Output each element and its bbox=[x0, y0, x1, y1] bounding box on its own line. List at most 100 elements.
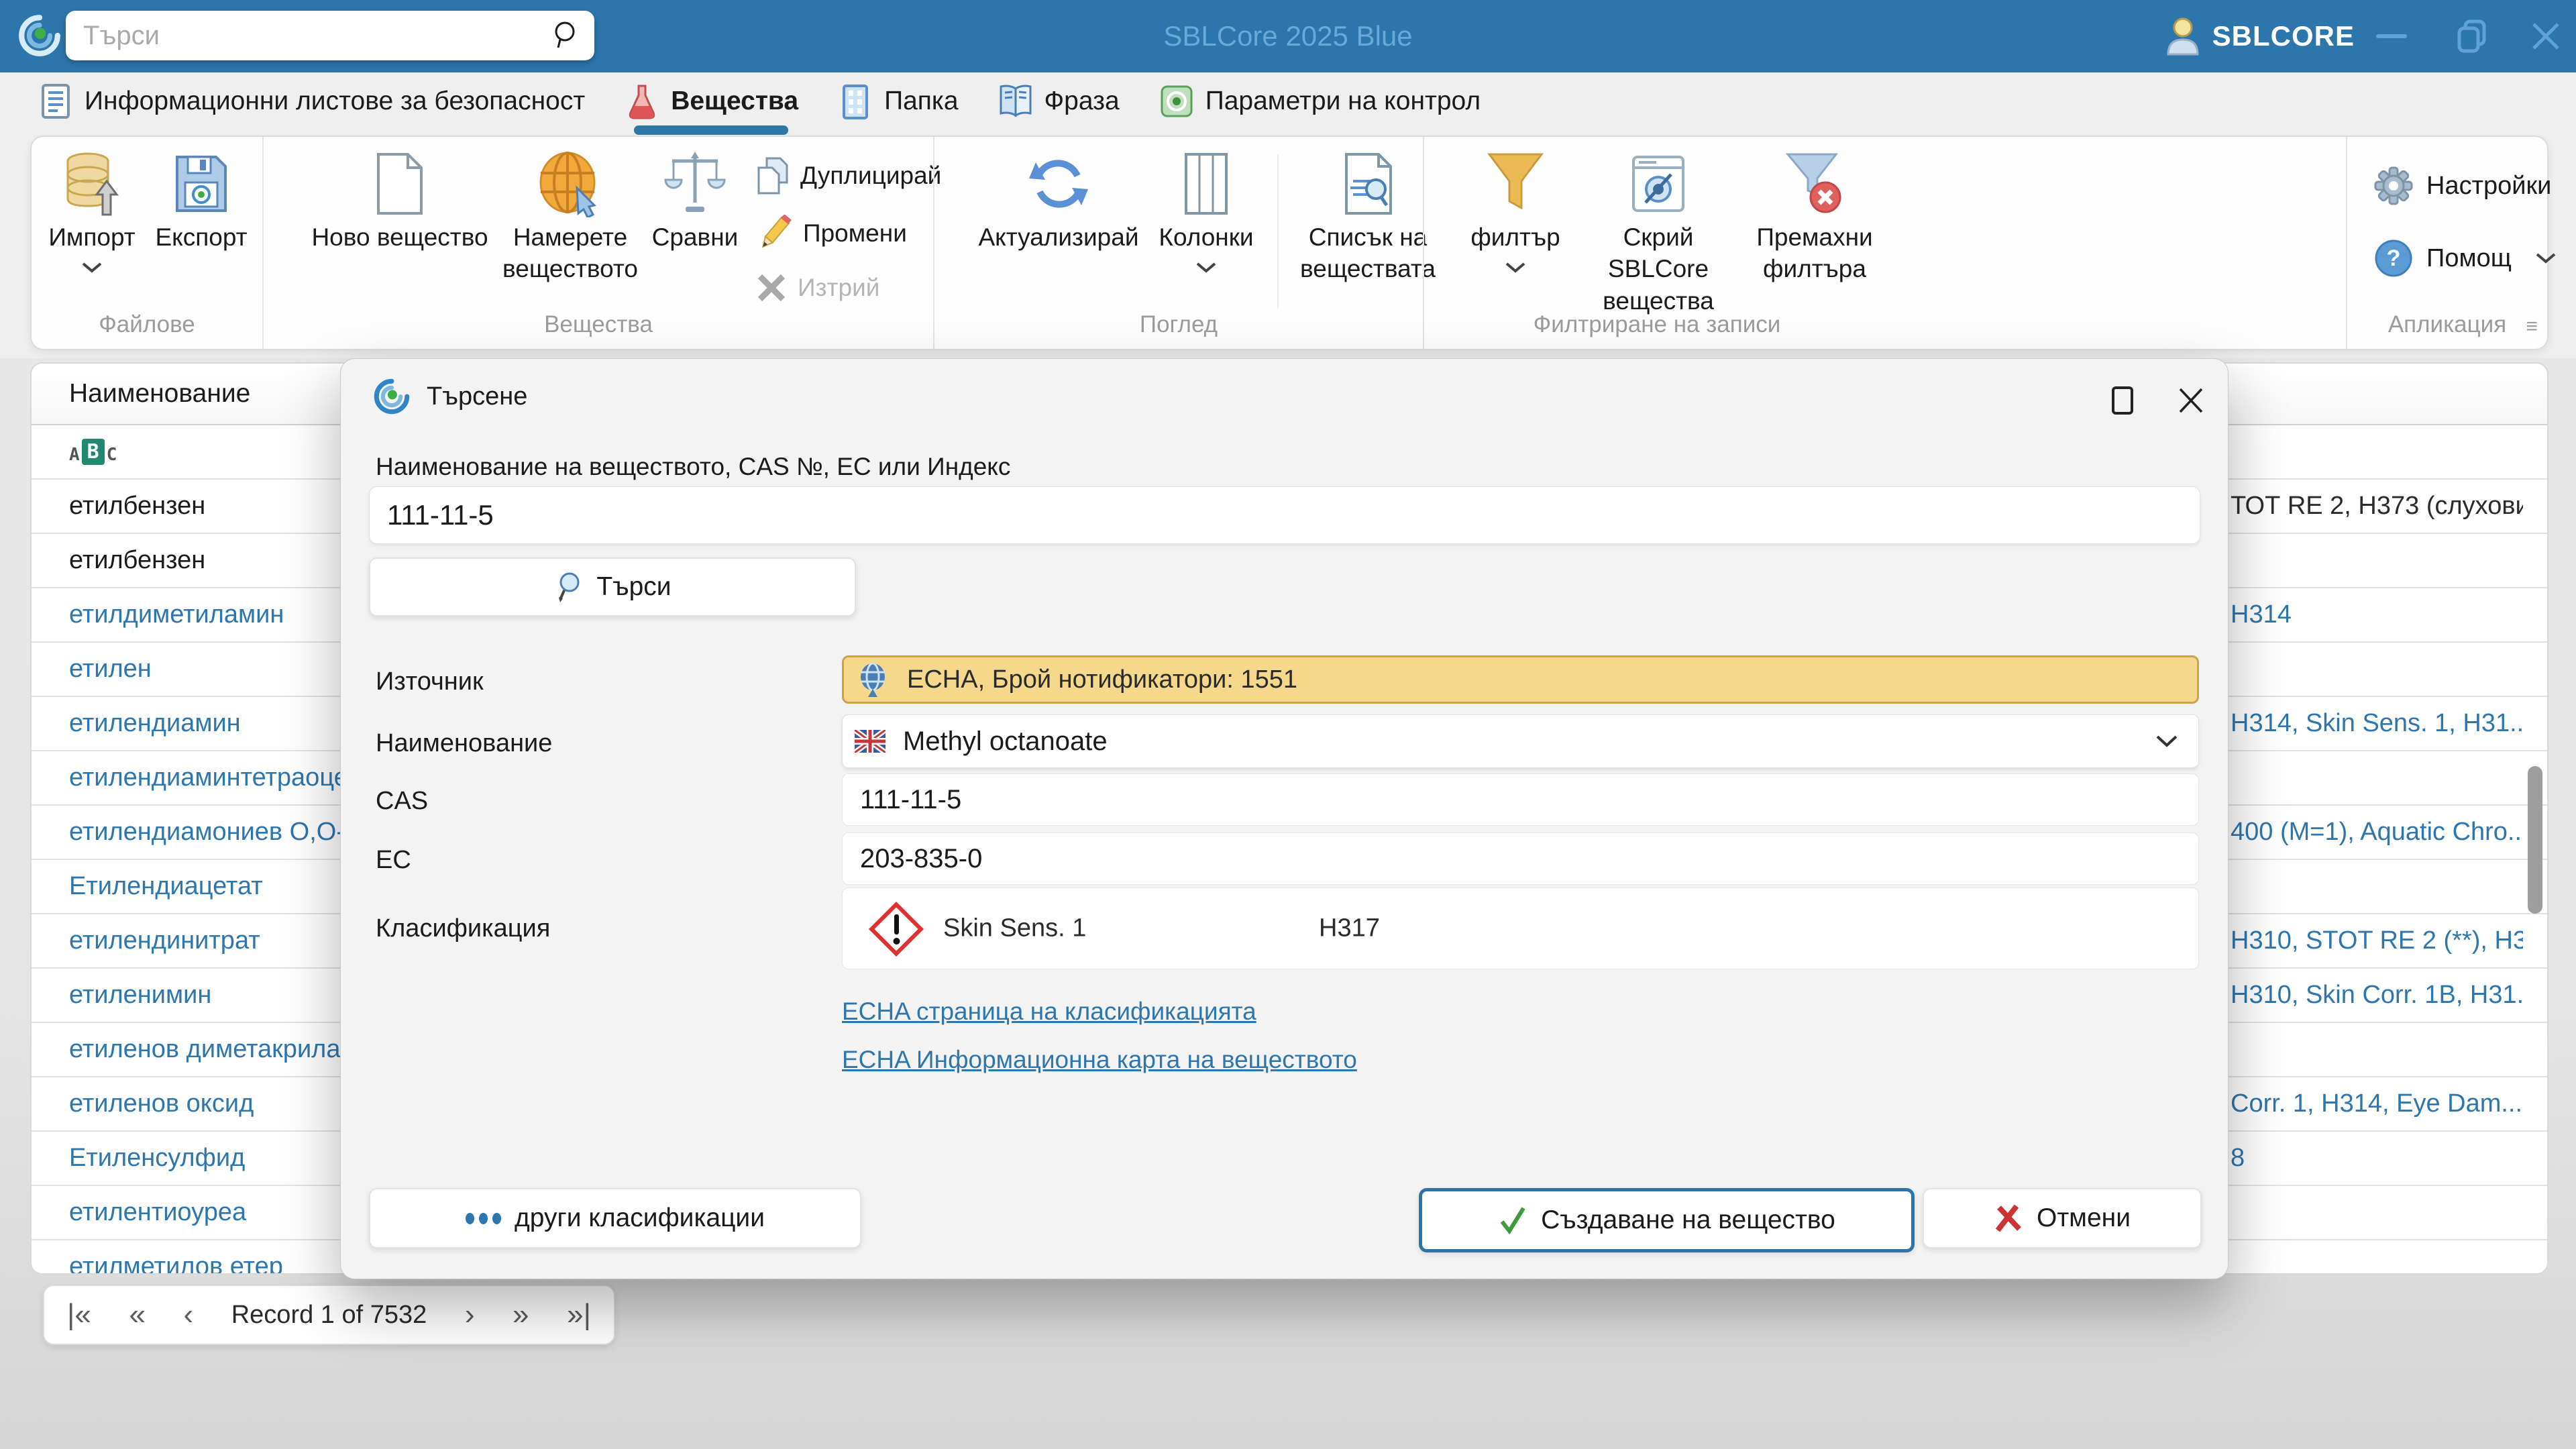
hide-sblcore-substances-button[interactable]: Скрий SBLCore вещества bbox=[1576, 146, 1741, 317]
dialog-close-button[interactable] bbox=[2167, 380, 2214, 421]
tab-substances[interactable]: Вещества bbox=[624, 72, 799, 135]
cas-value-field[interactable]: 111-11-5 bbox=[842, 773, 2199, 826]
dots-icon bbox=[466, 1212, 501, 1224]
compare-button[interactable]: Сравни bbox=[645, 146, 745, 253]
app-logo-icon bbox=[374, 378, 410, 415]
chevron-down-icon bbox=[2156, 735, 2178, 747]
close-button[interactable] bbox=[2516, 0, 2576, 72]
dialog-title: Търсене bbox=[427, 382, 528, 411]
settings-label: Настройки bbox=[2426, 171, 2552, 200]
group-label-substances: Вещества bbox=[544, 311, 653, 337]
filter-label: филтър bbox=[1470, 223, 1560, 251]
tab-phrase[interactable]: Фраза bbox=[998, 72, 1120, 130]
substance-name[interactable]: етилбензен bbox=[69, 546, 205, 575]
tab-control-parameters[interactable]: Параметри на контрол bbox=[1159, 72, 1481, 130]
pencil-icon bbox=[761, 215, 792, 248]
tab-label: Вещества bbox=[671, 87, 799, 115]
substance-name[interactable]: етилбензен bbox=[69, 492, 205, 521]
fast-prev-button[interactable]: « bbox=[129, 1298, 145, 1332]
fast-next-button[interactable]: » bbox=[513, 1298, 529, 1332]
tab-safety-data-sheets[interactable]: Информационни листове за безопасност bbox=[38, 72, 585, 130]
export-button[interactable]: Експорт bbox=[151, 146, 252, 253]
substance-name[interactable]: Етиленсулфид bbox=[69, 1144, 245, 1173]
substance-name[interactable]: етилендиамониев О,О-бис( bbox=[69, 818, 368, 847]
search-icon[interactable] bbox=[550, 19, 580, 52]
tab-label: Информационни листове за безопасност bbox=[85, 87, 586, 115]
help-icon: ? bbox=[2375, 239, 2412, 277]
search-field-label: Наименование на веществото, CAS №, ЕС ил… bbox=[376, 453, 1011, 480]
group-label-application: Апликация ≡ bbox=[2387, 311, 2538, 338]
settings-button[interactable]: Настройки bbox=[2374, 166, 2551, 205]
prev-record-button[interactable]: ‹ bbox=[184, 1298, 194, 1332]
group-options-icon[interactable]: ≡ bbox=[2526, 315, 2538, 338]
columns-button[interactable]: Колонки bbox=[1156, 146, 1256, 273]
substance-name[interactable]: етиленов диметакрилат bbox=[69, 1035, 352, 1064]
substance-name[interactable]: етилметилов етер bbox=[69, 1252, 283, 1273]
substance-name[interactable]: етилендиаминтетраоцетна bbox=[69, 763, 368, 792]
filter-button[interactable]: филтър bbox=[1462, 146, 1569, 273]
ribbon-group-view: Актуализирай Колонки Списък на веществат… bbox=[934, 137, 1436, 349]
global-search-input[interactable] bbox=[66, 20, 550, 51]
last-record-button[interactable]: »| bbox=[567, 1298, 591, 1332]
duplicate-label: Дуплицирай bbox=[800, 162, 942, 189]
classification-fragment: 400 (M=1), Aquatic Chro... bbox=[2231, 818, 2523, 846]
funnel-icon bbox=[1487, 153, 1544, 210]
find-substance-button[interactable]: Намерете веществото bbox=[480, 146, 661, 285]
other-classifications-button[interactable]: други класификации bbox=[369, 1188, 861, 1248]
substance-name[interactable]: етиленимин bbox=[69, 981, 211, 1010]
duplicate-button[interactable]: Дуплицирай bbox=[756, 157, 941, 195]
next-record-button[interactable]: › bbox=[465, 1298, 475, 1332]
duplicate-icon bbox=[757, 157, 788, 195]
echa-infocard-link[interactable]: ECHA Информационна карта на веществото bbox=[842, 1046, 1357, 1074]
vertical-scrollbar[interactable] bbox=[2528, 766, 2542, 914]
user-avatar-icon bbox=[2167, 17, 2199, 56]
source-value[interactable]: ECHA, Брой нотификатори: 1551 bbox=[842, 655, 2199, 704]
delete-button[interactable]: Изтрий bbox=[756, 272, 879, 303]
refresh-button[interactable]: Актуализирай bbox=[968, 146, 1149, 253]
substance-name[interactable]: етилендиамин bbox=[69, 709, 241, 738]
record-counter: Record 1 of 7532 bbox=[231, 1300, 427, 1329]
substance-name[interactable]: етилендинитрат bbox=[69, 926, 260, 955]
tab-folder[interactable]: Папка bbox=[837, 72, 959, 130]
tab-label: Параметри на контрол bbox=[1205, 87, 1481, 115]
classification-fragment: Corr. 1, H314, Eye Dam.... bbox=[2231, 1089, 2523, 1118]
restore-button[interactable] bbox=[2442, 0, 2502, 72]
restore-icon bbox=[2457, 19, 2486, 53]
substance-name[interactable]: етилен bbox=[69, 655, 152, 684]
edit-button[interactable]: Промени bbox=[756, 215, 907, 252]
source-text: ECHA, Брой нотификатори: 1551 bbox=[907, 665, 1297, 694]
remove-filter-button[interactable]: Премахни филтъра bbox=[1748, 146, 1882, 285]
substance-name[interactable]: етиленов оксид bbox=[69, 1089, 254, 1118]
new-substance-button[interactable]: Ново вещество bbox=[311, 146, 489, 253]
dialog-maximize-button[interactable] bbox=[2099, 380, 2146, 421]
name-dropdown[interactable]: Methyl octanoate bbox=[842, 714, 2199, 768]
classification-value: Skin Sens. 1 bbox=[943, 914, 1087, 943]
minimize-button[interactable] bbox=[2361, 0, 2422, 72]
cas-label: CAS bbox=[376, 787, 429, 815]
substance-name[interactable]: етилдиметиламин bbox=[69, 600, 284, 629]
echa-classification-link[interactable]: ECHA страница на класификацията bbox=[842, 998, 1256, 1026]
ribbon-group-substances: Ново вещество Намерете веществото Сравни… bbox=[264, 137, 941, 349]
uk-flag-icon bbox=[855, 730, 885, 753]
export-label: Експорт bbox=[155, 223, 248, 251]
ec-value-field[interactable]: 203-835-0 bbox=[842, 833, 2199, 885]
classification-hcode: H317 bbox=[1319, 914, 1380, 943]
classification-box: Skin Sens. 1 H317 bbox=[842, 888, 2199, 969]
cancel-button[interactable]: Отмени bbox=[1923, 1188, 2202, 1248]
import-button[interactable]: Импорт bbox=[42, 146, 142, 273]
search-query-input[interactable] bbox=[370, 487, 2200, 543]
user-account[interactable]: SBLCORE bbox=[2165, 0, 2355, 72]
delete-label: Изтрий bbox=[798, 274, 880, 301]
substance-name[interactable]: Етилендиацетат bbox=[69, 872, 263, 901]
create-substance-button[interactable]: Създаване на вещество bbox=[1419, 1188, 1915, 1252]
classification-fragment: 8 bbox=[2231, 1144, 2245, 1172]
global-search bbox=[66, 11, 594, 60]
first-record-button[interactable]: |« bbox=[67, 1298, 91, 1332]
close-icon bbox=[2532, 23, 2559, 50]
help-button[interactable]: ? Помощ bbox=[2374, 239, 2556, 278]
classification-label: Класификация bbox=[376, 914, 551, 943]
flask-icon bbox=[629, 85, 655, 119]
dialog-search-button[interactable]: Търси bbox=[369, 557, 856, 616]
substance-name[interactable]: етилентиоуреа bbox=[69, 1198, 246, 1227]
hide-sblcore-substances-label: Скрий SBLCore вещества bbox=[1603, 223, 1714, 315]
